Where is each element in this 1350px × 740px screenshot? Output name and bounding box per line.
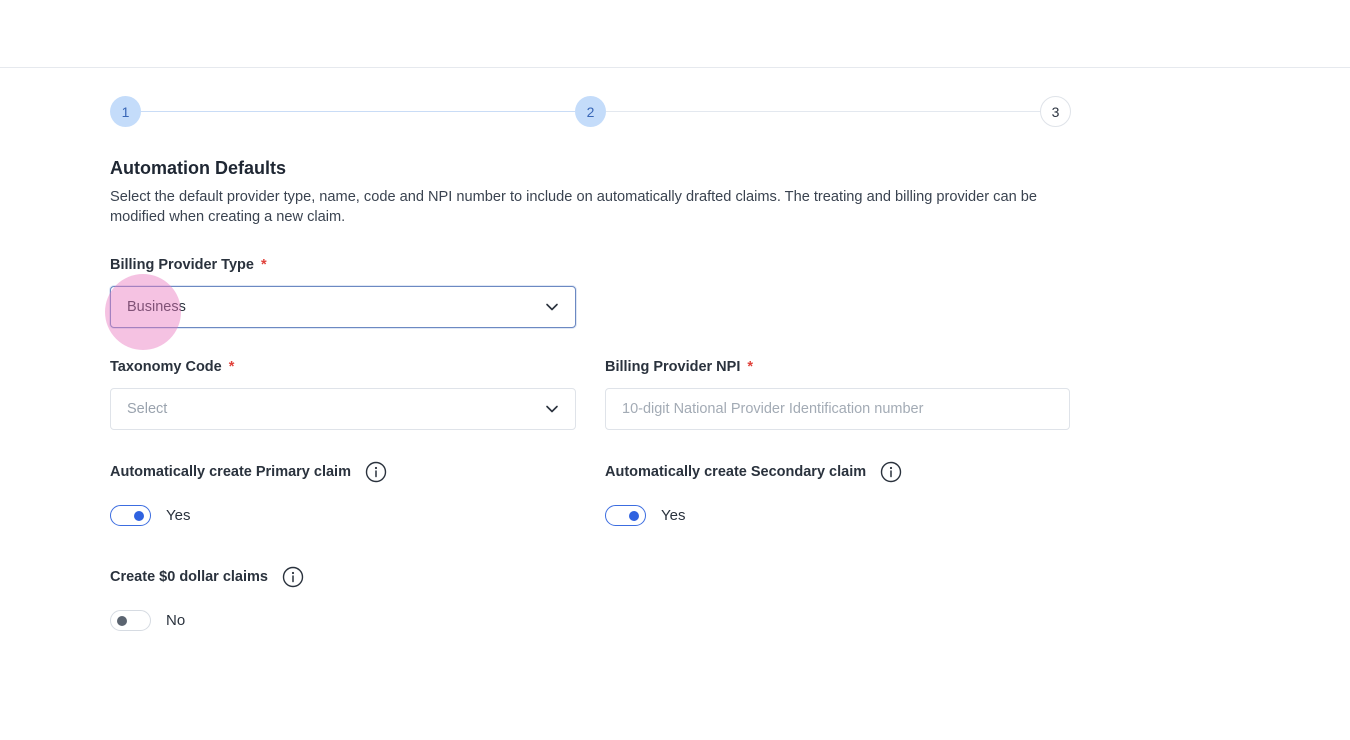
primary-claim-toggle[interactable] bbox=[110, 505, 151, 526]
secondary-claim-toggle-text: Yes bbox=[661, 507, 686, 524]
toggle-knob bbox=[629, 510, 639, 521]
required-mark: * bbox=[228, 359, 235, 375]
billing-provider-type-label: Billing Provider Type * bbox=[110, 257, 267, 273]
info-icon[interactable] bbox=[365, 461, 387, 483]
billing-provider-type-label-text: Billing Provider Type bbox=[110, 257, 254, 273]
primary-claim-toggle-row: Yes bbox=[110, 505, 190, 526]
secondary-claim-toggle[interactable] bbox=[605, 505, 646, 526]
primary-claim-label: Automatically create Primary claim bbox=[110, 461, 387, 483]
zero-dollar-claims-label-text: Create $0 dollar claims bbox=[110, 569, 268, 585]
secondary-claim-label: Automatically create Secondary claim bbox=[605, 461, 902, 483]
secondary-claim-label-text: Automatically create Secondary claim bbox=[605, 464, 867, 480]
stepper-line bbox=[141, 111, 575, 112]
info-icon[interactable] bbox=[282, 566, 304, 588]
primary-claim-label-text: Automatically create Primary claim bbox=[110, 464, 351, 480]
section-description: Select the default provider type, name, … bbox=[110, 189, 1037, 225]
billing-provider-npi-label-text: Billing Provider NPI bbox=[605, 359, 741, 375]
taxonomy-code-label-text: Taxonomy Code bbox=[110, 359, 222, 375]
section-title: Automation Defaults bbox=[110, 158, 287, 178]
primary-claim-toggle-text: Yes bbox=[166, 507, 191, 524]
info-icon[interactable] bbox=[880, 461, 902, 483]
toggle-knob bbox=[117, 615, 127, 626]
required-mark: * bbox=[747, 359, 754, 375]
zero-dollar-claims-toggle-text: No bbox=[166, 612, 186, 629]
zero-dollar-claims-toggle-row: No bbox=[110, 610, 185, 631]
billing-provider-npi-label: Billing Provider NPI * bbox=[605, 359, 753, 375]
stepper: 1 2 3 bbox=[110, 96, 1071, 127]
step-1[interactable]: 1 bbox=[110, 96, 141, 127]
required-mark: * bbox=[260, 257, 267, 273]
toggle-knob bbox=[134, 510, 144, 521]
chevron-down-icon bbox=[546, 405, 558, 413]
step-2[interactable]: 2 bbox=[575, 96, 606, 127]
billing-provider-type-select[interactable]: Business bbox=[110, 286, 576, 328]
taxonomy-code-select[interactable]: Select bbox=[110, 388, 576, 430]
chevron-down-icon bbox=[546, 303, 558, 311]
zero-dollar-claims-toggle[interactable] bbox=[110, 610, 151, 631]
billing-provider-type-value: Business bbox=[127, 299, 186, 315]
zero-dollar-claims-label: Create $0 dollar claims bbox=[110, 566, 304, 588]
taxonomy-code-label: Taxonomy Code * bbox=[110, 359, 234, 375]
step-3[interactable]: 3 bbox=[1040, 96, 1071, 127]
taxonomy-code-placeholder: Select bbox=[127, 401, 168, 417]
billing-provider-npi-input[interactable] bbox=[605, 388, 1070, 430]
top-bar bbox=[0, 0, 1350, 68]
stepper-line bbox=[606, 111, 1040, 112]
secondary-claim-toggle-row: Yes bbox=[605, 505, 685, 526]
